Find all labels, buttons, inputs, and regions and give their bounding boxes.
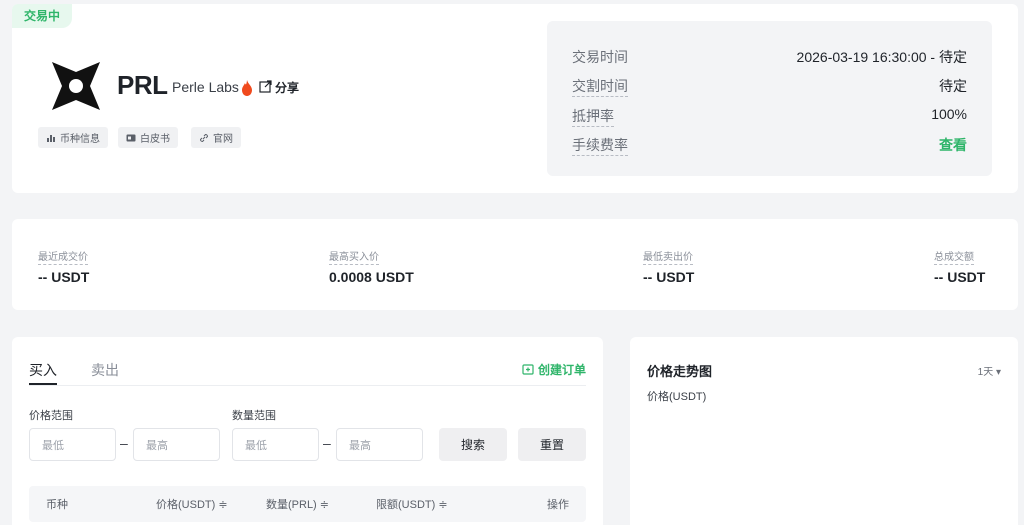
- collateral-value: 100%: [931, 106, 967, 122]
- delivery-time-value: 待定: [939, 78, 967, 94]
- create-order-button[interactable]: 创建订单: [522, 361, 586, 378]
- project-name: Perle Labs: [172, 79, 239, 95]
- lowest-ask-value: -- USDT: [643, 269, 695, 285]
- qty-range-label: 数量范围: [232, 410, 276, 422]
- website-label: 官网: [213, 134, 233, 145]
- trade-time-label: 交易时间: [572, 49, 628, 65]
- status-badge: 交易中: [12, 4, 73, 28]
- last-price-stat: 最近成交价 -- USDT: [38, 247, 89, 285]
- trade-time-row: 交易时间 2026-03-19 16:30:00 - 待定: [572, 47, 967, 67]
- last-price-label[interactable]: 最近成交价: [38, 252, 88, 265]
- price-chart-card: 价格走势图 1天 ▾ 价格(USDT): [630, 337, 1018, 525]
- tab-sell[interactable]: 卖出: [91, 360, 119, 380]
- fire-icon: [242, 80, 252, 96]
- lowest-ask-stat: 最低卖出价 -- USDT: [643, 247, 694, 285]
- collateral-label[interactable]: 抵押率: [572, 106, 614, 127]
- create-order-label: 创建订单: [537, 363, 586, 377]
- highest-bid-label[interactable]: 最高买入价: [329, 252, 379, 265]
- chart-title: 价格走势图: [647, 364, 713, 379]
- trade-info-panel: 交易时间 2026-03-19 16:30:00 - 待定 交割时间 待定 抵押…: [547, 21, 992, 176]
- share-icon[interactable]: [259, 80, 272, 93]
- column-price[interactable]: 价格(USDT) ≑: [156, 496, 228, 512]
- column-limit[interactable]: 限额(USDT) ≑: [376, 496, 448, 512]
- active-tab-indicator: [29, 383, 57, 385]
- period-select[interactable]: 1天 ▾: [978, 363, 1001, 378]
- total-volume-label[interactable]: 总成交额: [934, 252, 974, 265]
- whitepaper-link[interactable]: 白皮书: [118, 127, 178, 148]
- share-button[interactable]: 分享: [275, 79, 299, 96]
- range-dash: –: [323, 435, 331, 451]
- document-icon: [126, 134, 136, 141]
- fee-label[interactable]: 手续费率: [572, 135, 628, 156]
- create-order-icon: [522, 363, 534, 375]
- total-volume-stat: 总成交额 -- USDT: [934, 247, 985, 285]
- price-max-input[interactable]: 最高: [133, 428, 220, 461]
- delivery-time-row: 交割时间 待定: [572, 76, 967, 97]
- trade-time-value: 2026-03-19 16:30:00 - 待定: [796, 49, 967, 65]
- highest-bid-stat: 最高买入价 0.0008 USDT: [329, 247, 414, 285]
- tab-buy[interactable]: 买入: [29, 360, 57, 380]
- project-symbol: PRL: [117, 70, 168, 100]
- coin-info-link[interactable]: 币种信息: [38, 127, 108, 148]
- total-volume-value: -- USDT: [934, 269, 986, 285]
- website-link[interactable]: 官网: [191, 127, 241, 148]
- coin-info-label: 币种信息: [60, 134, 100, 145]
- whitepaper-label: 白皮书: [140, 134, 170, 145]
- column-quantity[interactable]: 数量(PRL) ≑: [266, 496, 329, 512]
- price-range-label: 价格范围: [29, 410, 73, 422]
- delivery-time-label[interactable]: 交割时间: [572, 76, 628, 97]
- tabs-divider: [29, 385, 586, 386]
- highest-bid-value: 0.0008 USDT: [329, 269, 414, 285]
- qty-min-input[interactable]: 最低: [232, 428, 319, 461]
- reset-button[interactable]: 重置: [518, 428, 586, 461]
- link-icon: [199, 133, 209, 142]
- column-action: 操作: [547, 499, 569, 511]
- column-coin: 币种: [46, 499, 68, 511]
- collateral-row: 抵押率 100%: [572, 106, 967, 127]
- lowest-ask-label[interactable]: 最低卖出价: [643, 252, 693, 265]
- qty-max-input[interactable]: 最高: [336, 428, 423, 461]
- chart-y-axis-label: 价格(USDT): [647, 391, 707, 403]
- order-book-card: 买入 卖出 创建订单 价格范围 数量范围 最低 – 最高 最低 – 最高 搜索 …: [12, 337, 603, 525]
- project-header-card: 交易中 PRL Perle Labs 分享 币种信息 白皮书 官网 交易时间 2…: [12, 4, 1018, 193]
- price-min-input[interactable]: 最低: [29, 428, 116, 461]
- orders-table-header: 币种 价格(USDT) ≑ 数量(PRL) ≑ 限额(USDT) ≑ 操作: [29, 486, 586, 522]
- fee-row: 手续费率 查看: [572, 135, 967, 156]
- chart-icon: [47, 134, 55, 142]
- search-button[interactable]: 搜索: [439, 428, 507, 461]
- market-stats-card: 最近成交价 -- USDT 最高买入价 0.0008 USDT 最低卖出价 --…: [12, 219, 1018, 310]
- fee-view-link[interactable]: 查看: [939, 135, 967, 155]
- last-price-value: -- USDT: [38, 269, 90, 285]
- range-dash: –: [120, 435, 128, 451]
- project-logo: [52, 62, 100, 110]
